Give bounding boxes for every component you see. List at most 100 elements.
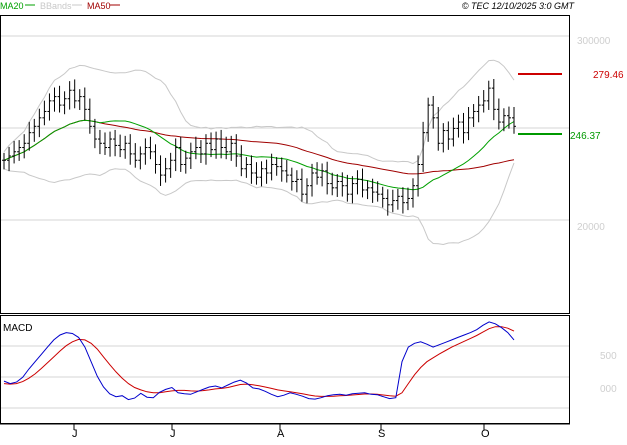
- ohlc-bar: [168, 152, 173, 178]
- ohlc-bar: [512, 107, 516, 134]
- ohlc-bar: [299, 168, 304, 202]
- bbands-layer: [3, 59, 515, 246]
- ohlc-bar: [350, 176, 355, 204]
- ohlc-bar: [52, 87, 57, 112]
- ohlc-bar: [320, 163, 325, 187]
- ohlc-bar: [310, 163, 315, 197]
- ma20-line: [3, 119, 515, 191]
- ohlc-bar: [471, 104, 476, 127]
- ohlc-bar: [335, 174, 340, 197]
- macd-line: [3, 321, 515, 401]
- ohlc-bar: [148, 136, 153, 160]
- ohlc-bar: [92, 118, 97, 149]
- ohlc-bar: [22, 134, 27, 159]
- ohlc-bar: [224, 136, 229, 160]
- ohlc-bar: [47, 93, 52, 121]
- signal-line: [3, 326, 515, 397]
- bbands-lower-line: [3, 162, 515, 246]
- level-label-279: 279.46: [593, 70, 624, 81]
- ohlc-bar: [108, 131, 113, 157]
- ohlc-bar: [405, 187, 410, 211]
- y-tick-label-300000: 300000: [577, 36, 611, 47]
- ohlc-bar: [173, 138, 178, 172]
- ohlc-bar: [178, 136, 183, 172]
- ohlc-bar: [446, 121, 451, 150]
- ohlc-bar: [188, 142, 193, 169]
- ohlc-bar: [32, 118, 37, 142]
- ohlc-bar: [466, 107, 471, 141]
- ohlc-bar: [163, 157, 168, 183]
- ohlc-bar: [42, 100, 47, 126]
- ohlc-bar: [72, 79, 77, 109]
- ohlc-bar: [27, 121, 32, 151]
- ohlc-bar: [496, 98, 501, 130]
- ohlc-bar: [456, 114, 461, 138]
- legend-bbands-label: BBands: [40, 1, 72, 11]
- ohlc-bar: [183, 150, 188, 174]
- ohlc-bar: [476, 95, 481, 123]
- ohlc-bar: [274, 157, 279, 176]
- ohlc-bar: [365, 180, 370, 200]
- ohlc-bar: [330, 172, 335, 196]
- ohlc-bar: [158, 155, 163, 186]
- ohlc-bar: [259, 161, 264, 187]
- ohlc-bar: [304, 178, 309, 204]
- ohlc-bar: [390, 189, 395, 213]
- ohlc-bar: [113, 129, 118, 157]
- ohlc-bar: [82, 87, 87, 121]
- ohlc-bar: [77, 89, 82, 110]
- ohlc-bar: [209, 132, 214, 158]
- ohlc-bar: [62, 91, 67, 115]
- ohlc-bar: [67, 81, 72, 110]
- ohlc-bar: [400, 187, 405, 214]
- x-axis: J J A S O: [0, 423, 570, 440]
- ohlc-bar: [37, 108, 42, 138]
- ohlc-bar: [138, 146, 143, 170]
- ohlc-bar: [284, 160, 289, 183]
- legend-ma50-label: MA50: [87, 1, 111, 11]
- ohlc-bar: [294, 170, 299, 193]
- ohlc-bar: [198, 140, 203, 164]
- legend-ma20-label: MA20: [0, 1, 24, 11]
- ohlc-bar: [2, 152, 6, 170]
- ohlc-bar: [123, 135, 128, 159]
- ohlc-bar: [451, 117, 456, 147]
- x-tick-label-j1: J: [72, 428, 78, 440]
- ohlc-bar: [431, 95, 436, 129]
- ohlc-bar: [380, 186, 385, 208]
- y-tick-label-20000: 20000: [577, 222, 605, 233]
- ohlc-bar: [128, 134, 133, 165]
- ohlc-bar: [421, 121, 426, 172]
- level-label-246: 246.37: [570, 131, 601, 142]
- ohlc-bar: [355, 170, 360, 195]
- ohlc-bar: [102, 132, 107, 155]
- stock-chart: MA20 BBands MA50 © TEC 12/10/2025 3:0 GM…: [0, 1, 624, 440]
- ohlc-bar: [411, 178, 416, 208]
- macd-pane: MACD 500 000: [0, 315, 617, 424]
- ohlc-bar: [133, 143, 138, 168]
- ohlc-bar: [118, 134, 123, 158]
- ohlc-bar: [234, 134, 239, 167]
- macd-y-tick-label-000: 000: [600, 384, 617, 395]
- copyright-label: © TEC 12/10/2025 3:0 GMT: [462, 1, 576, 11]
- ohlc-bar: [57, 85, 62, 113]
- moving-averages-layer: [3, 119, 515, 191]
- macd-title: MACD: [3, 323, 32, 334]
- ohlc-bar: [360, 168, 365, 198]
- ohlc-bar: [193, 136, 198, 160]
- ohlc-bar: [289, 167, 294, 191]
- ohlc-bars-layer: [2, 79, 516, 216]
- ohlc-bar: [491, 79, 496, 121]
- ohlc-bar: [264, 159, 269, 184]
- bbands-upper-line: [3, 59, 515, 165]
- x-tick-label-o: O: [481, 428, 490, 440]
- ohlc-bar: [375, 181, 380, 202]
- ohlc-bar: [153, 144, 158, 174]
- price-pane: 300000 20000 279.46 246.37: [0, 15, 624, 314]
- ohlc-bar: [249, 155, 254, 184]
- ohlc-bar: [315, 162, 320, 185]
- ohlc-bar: [481, 90, 486, 113]
- price-pane-border: [0, 15, 570, 314]
- macd-lines-layer: [3, 321, 515, 401]
- ohlc-bar: [486, 80, 491, 110]
